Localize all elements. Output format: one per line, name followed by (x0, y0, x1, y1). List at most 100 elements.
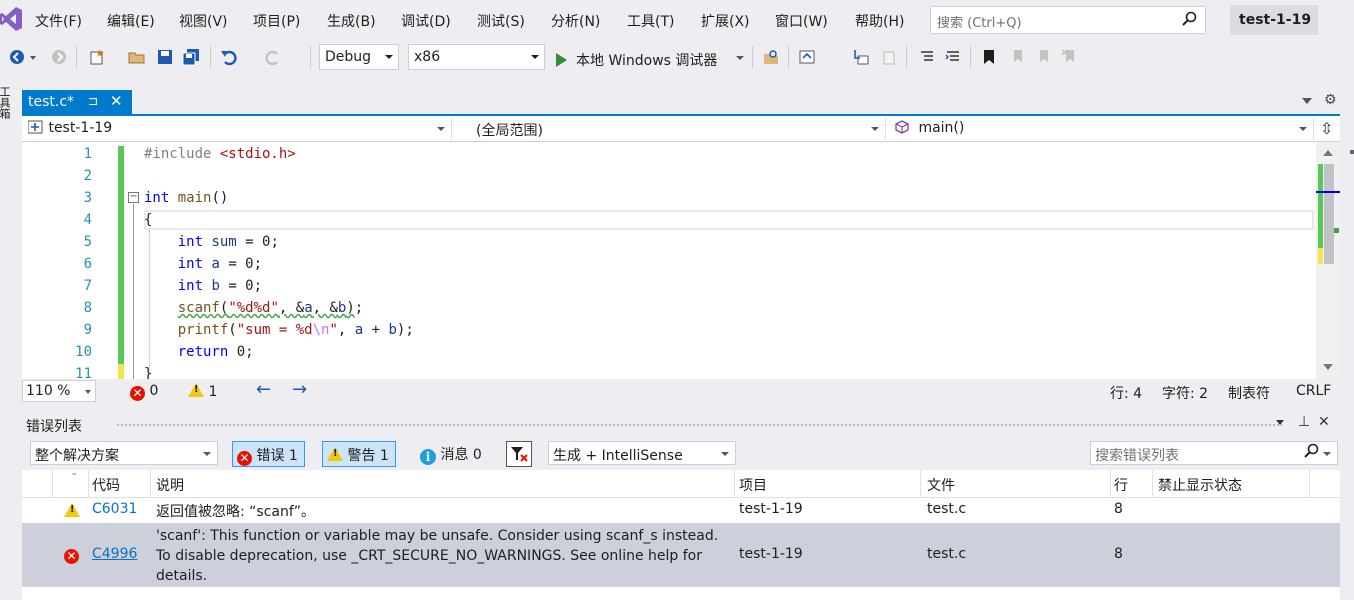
editor-vertical-scrollbar[interactable] (1316, 142, 1340, 379)
error-list-row[interactable]: C6031 返回值被忽略: “scanf”。 test-1-19 test.c … (22, 498, 1340, 523)
clear-bookmarks-icon[interactable] (1060, 48, 1078, 66)
column-code[interactable]: 代码 (92, 475, 120, 495)
window-position-dropdown-icon[interactable] (1276, 420, 1284, 425)
tab-list-dropdown-icon[interactable] (1302, 98, 1312, 104)
filter-toggle-button[interactable] (506, 441, 532, 467)
pin-icon[interactable]: ⊥ (1298, 414, 1310, 430)
menu-build[interactable]: 生成(B) (327, 11, 376, 31)
new-project-icon[interactable] (88, 48, 106, 66)
back-dropdown-icon[interactable] (30, 56, 36, 60)
error-count-indicator[interactable]: ✕ 0 (130, 383, 158, 401)
comment-out-icon[interactable] (918, 48, 936, 66)
warnings-filter-toggle[interactable]: 警告 1 (322, 441, 396, 467)
error-list-row-selected[interactable]: ✕ C4996 'scanf': This function or variab… (22, 523, 1340, 587)
chevron-down-icon (1299, 127, 1307, 131)
scroll-down-icon[interactable] (1323, 364, 1333, 370)
error-line: 8 (1114, 546, 1123, 562)
next-issue-icon[interactable]: → (292, 379, 307, 400)
undo-icon[interactable] (220, 48, 238, 66)
menu-debug[interactable]: 调试(D) (401, 11, 451, 31)
menu-project[interactable]: 项目(P) (253, 11, 300, 31)
error-scope-dropdown[interactable]: 整个解决方案 (30, 441, 218, 465)
chevron-down-icon (85, 390, 91, 394)
menu-test[interactable]: 测试(S) (477, 11, 525, 31)
toolbox-side-tab[interactable]: 工具箱 (0, 86, 12, 146)
close-icon[interactable]: ✕ (110, 92, 123, 110)
column-divider (1309, 470, 1310, 498)
gear-icon[interactable]: ⚙ (1324, 92, 1337, 108)
cursor-char: 字符: 2 (1162, 386, 1209, 402)
find-in-files-icon[interactable] (762, 48, 780, 66)
dock-marker (1350, 150, 1354, 154)
bookmark-icon[interactable] (980, 48, 998, 66)
line-number: 2 (83, 168, 92, 184)
column-description[interactable]: 说明 (156, 475, 184, 495)
uncomment-icon[interactable] (944, 48, 962, 66)
start-debugging-button[interactable]: 本地 Windows 调试器 (556, 50, 717, 70)
scope-dropdown[interactable]: (全局范围) (456, 118, 886, 140)
column-divider (920, 470, 921, 498)
platform-value: x86 (414, 49, 441, 65)
previous-issue-icon[interactable]: ← (256, 379, 271, 400)
error-icon: ✕ (130, 386, 145, 401)
scrollbar-unsaved-marker (1318, 248, 1323, 264)
solution-configuration-dropdown[interactable]: Debug (319, 44, 399, 70)
column-line[interactable]: 行 (1114, 475, 1128, 495)
code-editor[interactable]: − 1 2 3 4 5 6 7 8 9 10 11 #include <stdi… (22, 142, 1340, 379)
quick-launch-search[interactable]: 搜索 (Ctrl+Q) (930, 6, 1206, 34)
redo-icon[interactable] (264, 48, 282, 66)
messages-filter-toggle[interactable]: i 消息 0 (416, 441, 488, 467)
next-bookmark-icon[interactable] (1034, 48, 1052, 66)
browser-link-icon[interactable] (798, 48, 816, 66)
forward-icon[interactable] (50, 48, 68, 66)
scrollbar-thumb[interactable] (1324, 164, 1334, 264)
pin-icon[interactable]: ⊐ (88, 94, 98, 108)
visual-studio-logo-icon[interactable] (0, 6, 22, 32)
menu-analyze[interactable]: 分析(N) (551, 11, 600, 31)
error-code[interactable]: C6031 (92, 501, 137, 517)
run-dropdown-icon[interactable] (736, 56, 744, 60)
menu-help[interactable]: 帮助(H) (855, 11, 904, 31)
scroll-up-icon[interactable] (1323, 150, 1333, 156)
save-all-icon[interactable] (182, 48, 200, 66)
column-divider (734, 470, 735, 498)
open-folder-icon[interactable] (128, 48, 146, 66)
project-dropdown[interactable]: test-1-19 (24, 118, 452, 140)
error-list-empty-area (22, 587, 1340, 600)
warning-icon (327, 447, 343, 461)
line-ending[interactable]: CRLF (1296, 383, 1331, 399)
zoom-dropdown[interactable]: 110 % (22, 380, 96, 402)
warning-count-indicator[interactable]: 1 (188, 383, 217, 400)
errors-filter-toggle[interactable]: ✕ 错误 1 (232, 441, 305, 467)
chevron-down-icon (437, 127, 445, 131)
menu-view[interactable]: 视图(V) (179, 11, 228, 31)
save-icon[interactable] (156, 48, 174, 66)
step-into-icon[interactable] (852, 48, 870, 66)
document-tab-test-c[interactable]: test.c* ⊐ ✕ (22, 90, 132, 114)
solution-platform-dropdown[interactable]: x86 (408, 44, 545, 70)
solution-title[interactable]: test-1-19 (1230, 5, 1318, 35)
menu-window[interactable]: 窗口(W) (775, 11, 828, 31)
close-icon[interactable]: ✕ (1318, 414, 1330, 430)
menu-edit[interactable]: 编辑(E) (107, 11, 155, 31)
step-over-icon[interactable] (878, 48, 896, 66)
menu-file[interactable]: 文件(F) (35, 11, 82, 31)
error-project: test-1-19 (739, 546, 803, 562)
info-icon: i (420, 449, 436, 465)
split-editor-icon[interactable]: ⇳ (1320, 119, 1333, 138)
previous-bookmark-icon[interactable] (1008, 48, 1026, 66)
menu-tools[interactable]: 工具(T) (627, 11, 674, 31)
line-number: 4 (83, 212, 92, 228)
collapse-icon[interactable]: − (128, 192, 139, 203)
column-picker-icon[interactable]: ⁼ (72, 472, 77, 482)
build-intellisense-dropdown[interactable]: 生成 + IntelliSense (548, 441, 736, 465)
column-file[interactable]: 文件 (927, 475, 955, 495)
error-code[interactable]: C4996 (92, 546, 137, 562)
back-icon[interactable] (8, 48, 26, 66)
indent-mode[interactable]: 制表符 (1228, 383, 1270, 403)
menu-extensions[interactable]: 扩展(X) (701, 11, 750, 31)
error-list-search[interactable]: 搜索错误列表 (1090, 441, 1338, 465)
column-suppression[interactable]: 禁止显示状态 (1158, 475, 1242, 495)
column-project[interactable]: 项目 (739, 475, 767, 495)
member-dropdown[interactable]: main() (890, 118, 1314, 140)
